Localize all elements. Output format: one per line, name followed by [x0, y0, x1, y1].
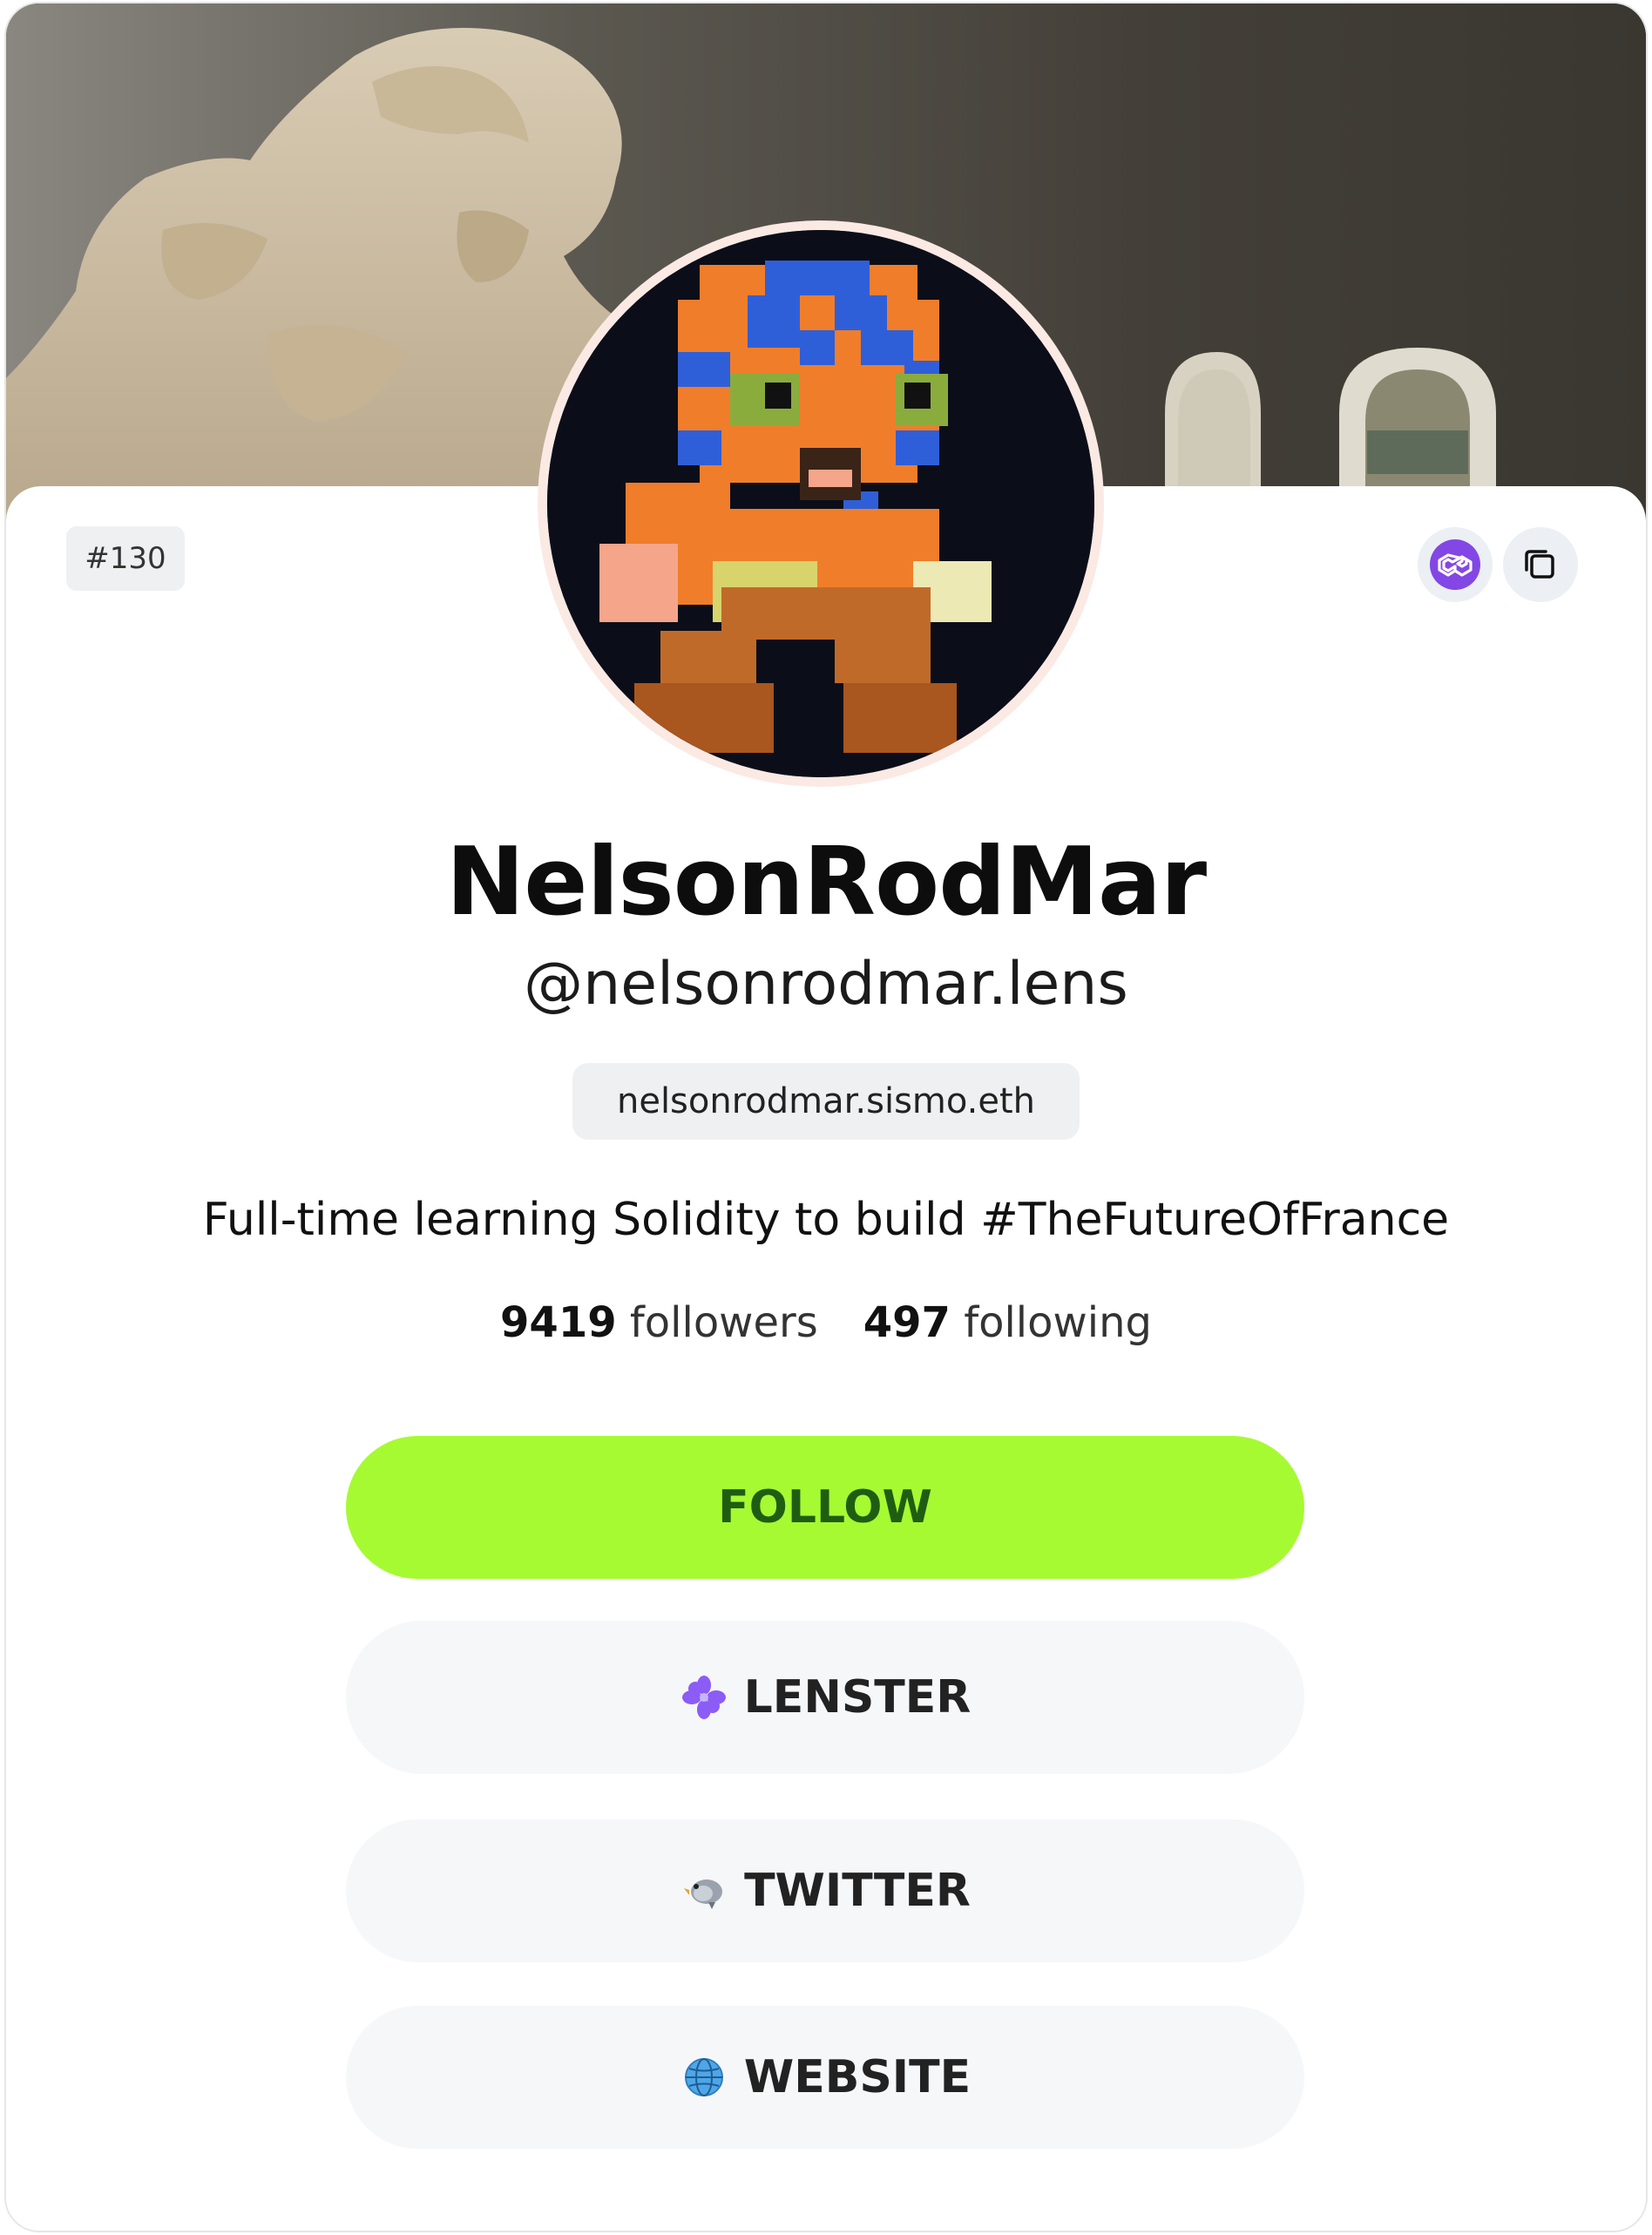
polygon-icon — [1430, 539, 1480, 590]
follow-button-label: FOLLOW — [718, 1481, 932, 1534]
lenster-flower-icon — [680, 1673, 728, 1722]
following-label: following — [964, 1298, 1152, 1347]
lens-handle: @nelsonrodmar.lens — [524, 950, 1128, 1019]
followers-count: 9419 — [500, 1298, 617, 1347]
token-id-badge: #130 — [66, 526, 185, 591]
twitter-link-button[interactable]: TWITTER — [346, 1819, 1304, 1962]
copy-icon — [1525, 550, 1554, 579]
avatar[interactable] — [547, 230, 1094, 777]
follow-button[interactable]: FOLLOW — [346, 1436, 1304, 1579]
following-stat[interactable]: 497 following — [863, 1298, 1152, 1347]
polygon-network-button[interactable] — [1418, 527, 1493, 602]
followers-label: followers — [629, 1298, 818, 1347]
following-count: 497 — [863, 1298, 951, 1347]
avatar-ring — [538, 220, 1104, 787]
profile-bio: Full-time learning Solidity to build #Th… — [202, 1194, 1450, 1246]
twitter-button-label: TWITTER — [744, 1865, 971, 1917]
lenster-link-button[interactable]: LENSTER — [346, 1621, 1304, 1774]
display-name: NelsonRodMar — [445, 828, 1207, 937]
bird-icon — [680, 1866, 728, 1915]
globe-icon — [680, 2053, 728, 2102]
ens-name-chip[interactable]: nelsonrodmar.sismo.eth — [572, 1063, 1080, 1140]
follow-stats: 9419 followers 497 following — [0, 1298, 1652, 1347]
website-button-label: WEBSITE — [743, 2051, 972, 2103]
lenster-button-label: LENSTER — [743, 1671, 972, 1724]
copy-address-button[interactable] — [1503, 527, 1578, 602]
website-link-button[interactable]: WEBSITE — [346, 2006, 1304, 2149]
followers-stat[interactable]: 9419 followers — [500, 1298, 818, 1347]
